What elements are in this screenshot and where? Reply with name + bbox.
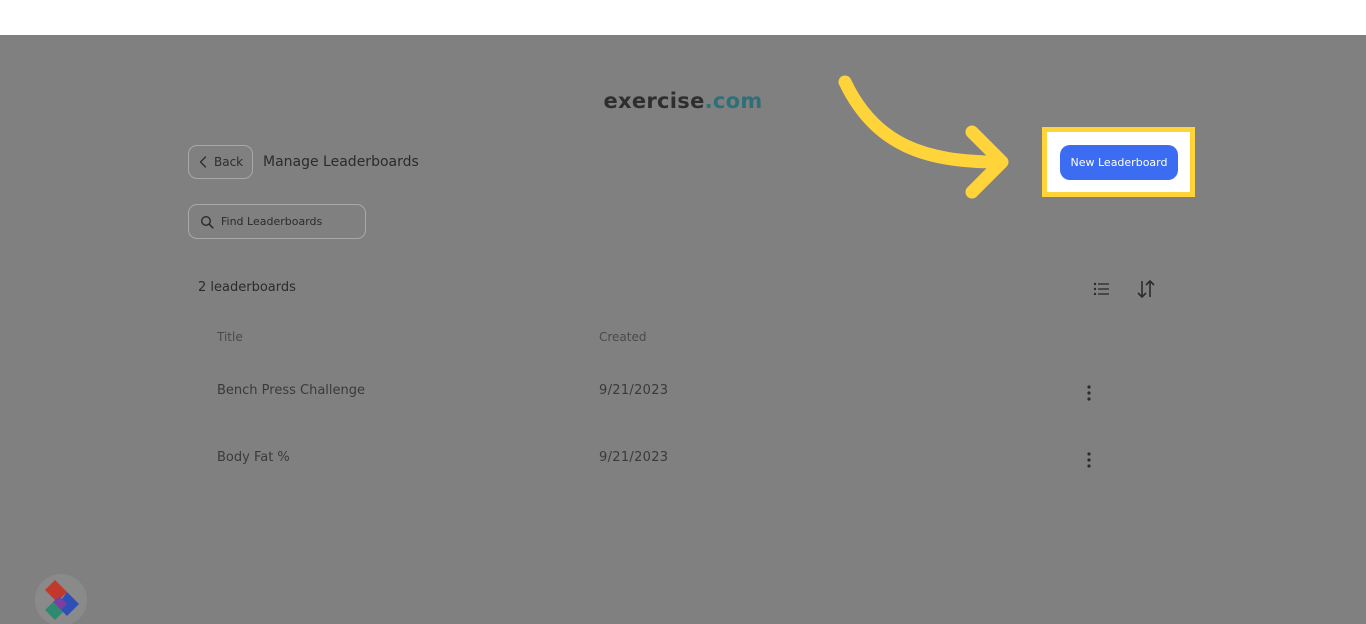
list-icon[interactable]: [1093, 281, 1110, 297]
more-vertical-icon[interactable]: [1084, 384, 1094, 402]
search-input[interactable]: [221, 215, 361, 228]
column-header-created[interactable]: Created: [599, 330, 647, 344]
row-title: Bench Press Challenge: [217, 383, 366, 398]
dimmed-overlay: [0, 35, 1366, 624]
brand-logo: exercise.com: [0, 89, 1366, 113]
row-title: Body Fat %: [217, 450, 290, 465]
row-created-date: 9/21/2023: [599, 383, 669, 398]
search-icon: [200, 215, 214, 229]
brand-name: exercise: [603, 89, 705, 113]
curved-arrow-icon: [838, 75, 1009, 199]
search-field[interactable]: [188, 204, 366, 239]
table-row[interactable]: Bench Press Challenge 9/21/2023: [198, 369, 1098, 415]
more-vertical-icon[interactable]: [1084, 451, 1094, 469]
row-created-date: 9/21/2023: [599, 450, 669, 465]
table-row[interactable]: Body Fat % 9/21/2023: [198, 436, 1098, 482]
leaderboard-count: 2 leaderboards: [198, 280, 296, 295]
assistant-logo-icon[interactable]: [33, 574, 89, 624]
top-bar: [0, 0, 1366, 35]
column-header-title[interactable]: Title: [217, 330, 243, 344]
brand-suffix: .com: [704, 89, 763, 113]
back-button[interactable]: Back: [188, 145, 253, 179]
page-title: Manage Leaderboards: [263, 154, 419, 170]
new-leaderboard-button[interactable]: New Leaderboard: [1060, 145, 1178, 180]
chevron-left-icon: [199, 156, 207, 168]
back-label: Back: [214, 155, 244, 169]
sort-icon[interactable]: [1135, 278, 1157, 300]
